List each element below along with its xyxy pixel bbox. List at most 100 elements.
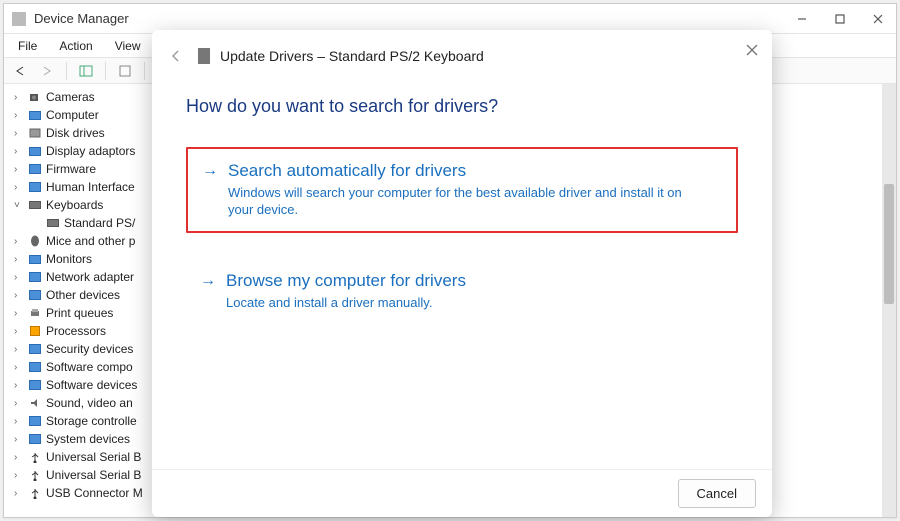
tree-item-label: Processors: [46, 324, 106, 338]
chevron-icon: ›: [14, 344, 24, 355]
device-icon: [28, 379, 42, 391]
tree-item-label: Firmware: [46, 162, 96, 176]
cancel-button[interactable]: Cancel: [678, 479, 756, 508]
device-icon: [28, 127, 42, 139]
device-icon: [28, 361, 42, 373]
device-icon: [28, 307, 42, 319]
tree-item-label: System devices: [46, 432, 130, 446]
chevron-icon: ›: [14, 254, 24, 265]
device-icon: [28, 433, 42, 445]
chevron-icon: ›: [14, 290, 24, 301]
menu-action[interactable]: Action: [59, 39, 92, 53]
device-icon: [28, 181, 42, 193]
properties-button[interactable]: [114, 61, 136, 81]
dialog-body: How do you want to search for drivers? →…: [152, 70, 772, 469]
chevron-icon: ›: [14, 92, 24, 103]
chevron-icon: ›: [14, 452, 24, 463]
chevron-icon: ›: [14, 164, 24, 175]
window-controls: [792, 9, 888, 29]
device-icon: [46, 217, 60, 229]
toolbar-separator: [105, 62, 106, 80]
menu-view[interactable]: View: [115, 39, 141, 53]
chevron-icon: ›: [14, 236, 24, 247]
arrow-right-icon: →: [202, 162, 218, 180]
chevron-icon: ›: [14, 470, 24, 481]
dialog-header: Update Drivers – Standard PS/2 Keyboard: [152, 30, 772, 70]
dialog-heading: How do you want to search for drivers?: [186, 96, 738, 117]
device-icon: [28, 289, 42, 301]
device-icon: [28, 451, 42, 463]
arrow-right-icon: →: [200, 272, 216, 290]
tree-item-label: Monitors: [46, 252, 92, 266]
tree-item-label: Computer: [46, 108, 99, 122]
chevron-icon: ›: [14, 128, 24, 139]
dialog-title: Update Drivers – Standard PS/2 Keyboard: [220, 48, 484, 64]
dialog-close-button[interactable]: [744, 42, 760, 58]
option-title: Search automatically for drivers: [228, 161, 466, 181]
scroll-thumb[interactable]: [884, 184, 894, 304]
device-icon: [28, 487, 42, 499]
device-icon: [28, 397, 42, 409]
device-icon: [28, 253, 42, 265]
tree-item-label: Sound, video an: [46, 396, 133, 410]
option-description: Locate and install a driver manually.: [226, 295, 706, 312]
chevron-icon: ›: [14, 380, 24, 391]
chevron-icon: ›: [14, 416, 24, 427]
minimize-button[interactable]: [792, 9, 812, 29]
chevron-icon: ›: [14, 398, 24, 409]
tree-item-label: Cameras: [46, 90, 95, 104]
device-icon: [28, 145, 42, 157]
maximize-button[interactable]: [830, 9, 850, 29]
device-icon: [28, 415, 42, 427]
tree-item-label: Keyboards: [46, 198, 103, 212]
app-icon: [12, 12, 26, 26]
tree-item-label: Software devices: [46, 378, 137, 392]
device-icon: [28, 271, 42, 283]
tree-item-label: Standard PS/: [64, 216, 135, 230]
device-icon: [28, 91, 42, 103]
tree-item-label: Display adaptors: [46, 144, 135, 158]
chevron-icon: ›: [14, 362, 24, 373]
tree-item-label: Software compo: [46, 360, 133, 374]
tree-item-label: Storage controlle: [46, 414, 137, 428]
tree-item-label: Universal Serial B: [46, 450, 141, 464]
option-browse-computer[interactable]: → Browse my computer for drivers Locate …: [186, 259, 738, 324]
tree-item-label: Security devices: [46, 342, 133, 356]
option-row: → Browse my computer for drivers: [200, 271, 724, 291]
tree-item-label: Universal Serial B: [46, 468, 141, 482]
scrollbar[interactable]: [882, 84, 896, 517]
option-description: Windows will search your computer for th…: [228, 185, 708, 219]
tree-item-label: Other devices: [46, 288, 120, 302]
chevron-icon: ›: [14, 308, 24, 319]
forward-button[interactable]: [36, 61, 58, 81]
device-icon: [28, 163, 42, 175]
device-icon: [28, 109, 42, 121]
keyboard-icon: [198, 48, 210, 64]
show-hide-tree-button[interactable]: [75, 61, 97, 81]
chevron-icon: ›: [14, 182, 24, 193]
device-icon: [28, 199, 42, 211]
device-icon: [28, 469, 42, 481]
tree-item-label: Print queues: [46, 306, 113, 320]
back-button[interactable]: [10, 61, 32, 81]
toolbar-separator: [66, 62, 67, 80]
toolbar-separator: [144, 62, 145, 80]
menu-file[interactable]: File: [18, 39, 37, 53]
close-button[interactable]: [868, 9, 888, 29]
window-title: Device Manager: [34, 11, 792, 26]
device-icon: [28, 343, 42, 355]
option-search-automatically[interactable]: → Search automatically for drivers Windo…: [186, 147, 738, 233]
chevron-icon: ›: [14, 146, 24, 157]
chevron-icon: ›: [14, 488, 24, 499]
tree-item-label: Human Interface: [46, 180, 135, 194]
chevron-icon: ›: [14, 434, 24, 445]
option-title: Browse my computer for drivers: [226, 271, 466, 291]
tree-item-label: Network adapter: [46, 270, 134, 284]
chevron-icon: ˅: [14, 200, 24, 211]
tree-item-label: Disk drives: [46, 126, 105, 140]
device-icon: [28, 325, 42, 337]
dialog-back-button[interactable]: [168, 48, 184, 64]
option-row: → Search automatically for drivers: [202, 161, 722, 181]
update-drivers-dialog: Update Drivers – Standard PS/2 Keyboard …: [152, 30, 772, 517]
chevron-icon: ›: [14, 110, 24, 121]
